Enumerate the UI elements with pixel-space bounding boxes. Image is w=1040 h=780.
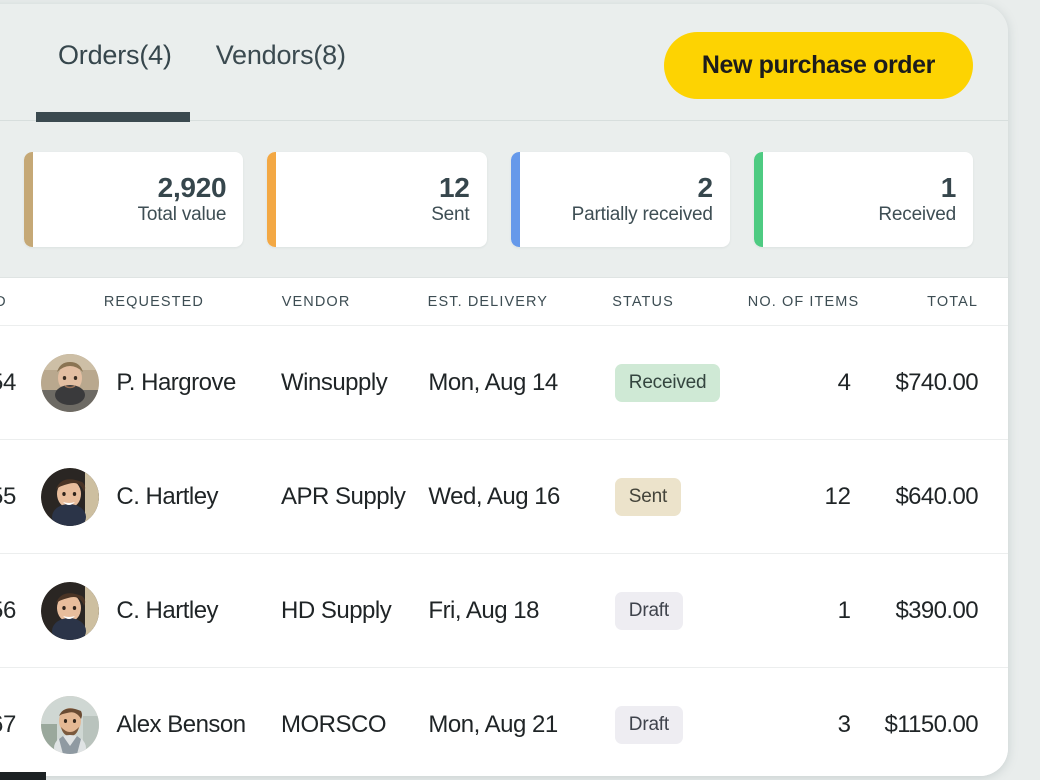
cell-status: Draft xyxy=(615,706,752,744)
tab-list: Orders(4) Vendors(8) xyxy=(36,42,368,69)
avatar xyxy=(41,696,99,754)
cell-delivery: Mon, Aug 14 xyxy=(428,369,614,397)
avatar xyxy=(41,468,99,526)
tab-orders[interactable]: Orders(4) xyxy=(36,42,194,69)
column-header-items: NO. OF ITEMS xyxy=(748,294,870,310)
stat-body: 2 Partially received xyxy=(572,152,713,247)
cell-vendor: Winsupply xyxy=(281,369,428,397)
stat-body: 2,920 Total value xyxy=(138,152,227,247)
stat-accent-bar xyxy=(511,152,520,247)
stat-label: Received xyxy=(878,205,956,226)
cell-items: 4 xyxy=(752,369,869,397)
stat-accent-bar xyxy=(267,152,276,247)
cell-id: 54 xyxy=(0,369,41,397)
panel-header: Orders(4) Vendors(8) New purchase order xyxy=(0,4,1008,121)
cell-items: 3 xyxy=(752,711,869,739)
cell-vendor: MORSCO xyxy=(281,711,428,739)
page-root: Orders(4) Vendors(8) New purchase order … xyxy=(0,0,1040,780)
status-badge: Sent xyxy=(615,478,681,516)
stat-label: Sent xyxy=(431,205,469,226)
avatar xyxy=(41,582,99,640)
active-tab-indicator xyxy=(36,112,190,122)
column-header-total: TOTAL xyxy=(870,294,978,310)
cell-requested-name: C. Hartley xyxy=(116,597,218,625)
table-row[interactable]: 55 xyxy=(0,439,1008,553)
status-badge: Draft xyxy=(615,592,683,630)
cell-status: Sent xyxy=(615,478,752,516)
stat-card-total-value[interactable]: 2,920 Total value xyxy=(24,152,243,247)
stat-value: 2 xyxy=(697,173,712,202)
table-row[interactable]: 54 xyxy=(0,325,1008,439)
stat-card-partially-received[interactable]: 2 Partially received xyxy=(511,152,730,247)
stat-label: Total value xyxy=(138,205,227,226)
page-edge-marker xyxy=(0,772,46,780)
cell-total: $1150.00 xyxy=(869,711,978,739)
avatar xyxy=(41,354,99,412)
stats-strip: 2,920 Total value 12 Sent 2 Partially re… xyxy=(0,121,1008,277)
stat-card-received[interactable]: 1 Received xyxy=(754,152,973,247)
cell-requested: C. Hartley xyxy=(41,582,281,640)
cell-total: $390.00 xyxy=(869,597,978,625)
cell-status: Received xyxy=(615,364,752,402)
table-row[interactable]: 56 xyxy=(0,553,1008,667)
cell-id: 55 xyxy=(0,483,41,511)
orders-panel: Orders(4) Vendors(8) New purchase order … xyxy=(0,4,1008,776)
cell-id: 56 xyxy=(0,597,41,625)
cell-requested-name: C. Hartley xyxy=(116,483,218,511)
cell-requested-name: P. Hargrove xyxy=(116,369,235,397)
cell-total: $740.00 xyxy=(869,369,978,397)
table-header-row: ID REQUESTED VENDOR EST. DELIVERY STATUS… xyxy=(0,278,1008,325)
cell-id: 67 xyxy=(0,711,41,739)
stat-value: 12 xyxy=(439,173,470,202)
status-badge: Draft xyxy=(615,706,683,744)
status-badge: Received xyxy=(615,364,721,402)
new-purchase-order-button[interactable]: New purchase order xyxy=(664,32,973,99)
stat-value: 2,920 xyxy=(158,173,227,202)
column-header-id: ID xyxy=(0,294,41,310)
stat-card-sent[interactable]: 12 Sent xyxy=(267,152,486,247)
cell-requested: C. Hartley xyxy=(41,468,281,526)
stat-body: 1 Received xyxy=(878,152,956,247)
column-header-status: STATUS xyxy=(612,294,748,310)
stat-body: 12 Sent xyxy=(431,152,469,247)
cell-items: 12 xyxy=(752,483,869,511)
stat-accent-bar xyxy=(754,152,763,247)
table-row[interactable]: 67 xyxy=(0,667,1008,776)
cell-delivery: Wed, Aug 16 xyxy=(428,483,614,511)
tab-vendors[interactable]: Vendors(8) xyxy=(194,42,368,69)
cell-total: $640.00 xyxy=(869,483,978,511)
column-header-requested: REQUESTED xyxy=(41,294,282,310)
stat-value: 1 xyxy=(941,173,956,202)
cell-vendor: APR Supply xyxy=(281,483,428,511)
column-header-vendor: VENDOR xyxy=(282,294,428,310)
cell-status: Draft xyxy=(615,592,752,630)
cell-delivery: Mon, Aug 21 xyxy=(428,711,614,739)
cell-delivery: Fri, Aug 18 xyxy=(428,597,614,625)
cell-requested: Alex Benson xyxy=(41,696,281,754)
cell-requested-name: Alex Benson xyxy=(116,711,245,739)
cell-items: 1 xyxy=(752,597,869,625)
stat-label: Partially received xyxy=(572,205,713,226)
cell-vendor: HD Supply xyxy=(281,597,428,625)
column-header-delivery: EST. DELIVERY xyxy=(428,294,613,310)
cell-requested: P. Hargrove xyxy=(41,354,281,412)
stat-accent-bar xyxy=(24,152,33,247)
orders-table: ID REQUESTED VENDOR EST. DELIVERY STATUS… xyxy=(0,277,1008,776)
